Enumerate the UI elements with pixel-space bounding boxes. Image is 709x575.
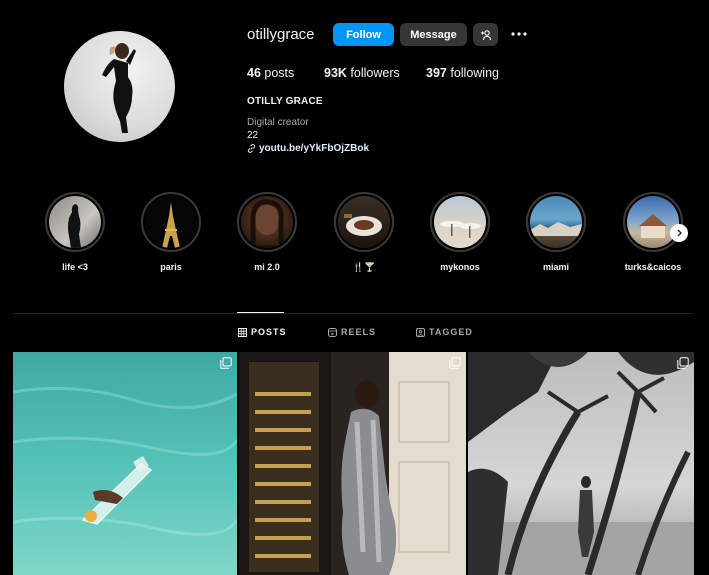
highlight-cover	[627, 196, 679, 248]
tab-posts[interactable]: POSTS	[238, 327, 287, 337]
highlight-label: 🍴🍸	[352, 262, 376, 272]
highlight-item[interactable]: 🍴🍸	[333, 192, 395, 272]
highlight-item[interactable]: mykonos	[429, 192, 491, 272]
highlight-cover	[145, 196, 197, 248]
following-count: 397	[426, 66, 447, 80]
tabs-divider	[13, 313, 693, 314]
highlight-item[interactable]: life <3	[44, 192, 106, 272]
highlight-label: turks&caicos	[624, 262, 682, 272]
bio-text: 22	[247, 130, 259, 141]
posts-stat: 46 posts	[247, 66, 294, 80]
active-tab-indicator	[237, 312, 284, 313]
following-stat[interactable]: 397 following	[426, 66, 499, 80]
followers-count: 93K	[324, 66, 347, 80]
tab-label: POSTS	[251, 327, 287, 337]
highlight-label: miami	[542, 262, 569, 272]
post-thumbnail[interactable]	[13, 352, 237, 575]
link-icon	[247, 144, 256, 153]
highlight-label: mykonos	[440, 262, 480, 272]
tab-reels[interactable]: REELS	[328, 327, 376, 337]
post-image	[468, 352, 694, 575]
username: otillygrace	[247, 26, 315, 43]
profile-avatar[interactable]	[64, 31, 175, 142]
post-image	[13, 352, 237, 575]
more-icon	[511, 32, 527, 36]
posts-label: posts	[264, 66, 295, 80]
tagged-icon	[416, 327, 425, 337]
highlight-label: mi 2.0	[254, 262, 280, 272]
post-image	[239, 352, 466, 575]
carousel-icon	[677, 357, 689, 369]
highlight-item[interactable]: mi 2.0	[236, 192, 298, 272]
highlight-cover	[434, 196, 486, 248]
followers-stat[interactable]: 93K followers	[324, 66, 400, 80]
follow-button[interactable]: Follow	[333, 23, 394, 46]
bio-category: Digital creator	[247, 117, 309, 128]
highlight-cover	[241, 196, 293, 248]
message-button[interactable]: Message	[400, 23, 467, 46]
grid-icon	[238, 327, 247, 337]
more-options-button[interactable]	[509, 27, 529, 41]
post-thumbnail[interactable]	[468, 352, 694, 575]
following-label: following	[450, 66, 499, 80]
tab-label: TAGGED	[429, 327, 473, 337]
carousel-icon	[220, 357, 232, 369]
add-user-icon	[480, 29, 491, 40]
highlight-item[interactable]: paris	[140, 192, 202, 272]
highlight-label: paris	[160, 262, 182, 272]
highlight-label: life <3	[62, 262, 88, 272]
posts-count: 46	[247, 66, 261, 80]
highlight-cover	[530, 196, 582, 248]
highlight-cover	[49, 196, 101, 248]
full-name: OTILLY GRACE	[247, 96, 323, 107]
tab-tagged[interactable]: TAGGED	[416, 327, 473, 337]
highlight-cover	[338, 196, 390, 248]
carousel-icon	[449, 357, 461, 369]
chevron-right-icon	[677, 229, 682, 237]
highlight-item[interactable]: miami	[525, 192, 587, 272]
highlights-next-button[interactable]	[670, 224, 688, 242]
bio-link-text: youtu.be/yYkFbOjZBok	[259, 143, 370, 154]
highlight-item[interactable]: turks&caicos	[622, 192, 684, 272]
suggest-users-button[interactable]	[473, 23, 498, 46]
followers-label: followers	[350, 66, 400, 80]
post-thumbnail[interactable]	[239, 352, 466, 575]
tab-label: REELS	[341, 327, 377, 337]
reels-icon	[328, 327, 337, 337]
bio-link[interactable]: youtu.be/yYkFbOjZBok	[247, 143, 369, 154]
profile-photo	[102, 43, 136, 133]
